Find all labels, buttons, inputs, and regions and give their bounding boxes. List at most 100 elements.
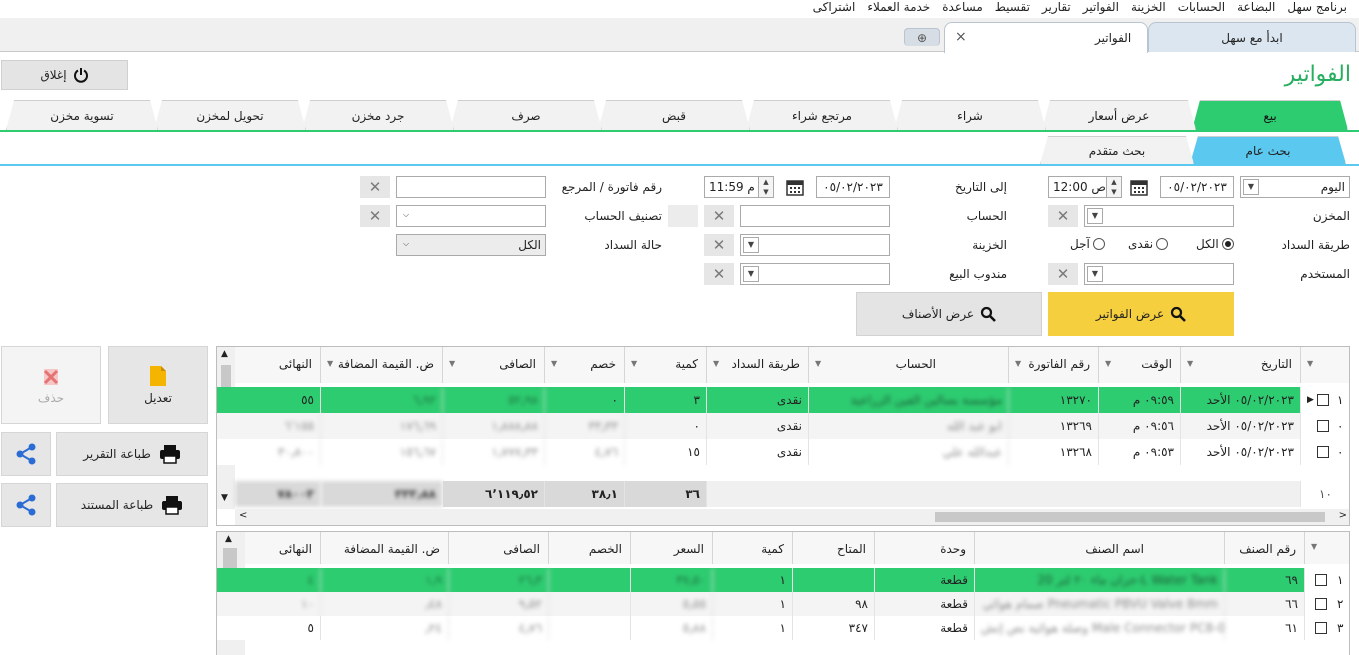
- account-class-toggle[interactable]: [668, 205, 698, 227]
- menu-item-goods[interactable]: البضاعة: [1237, 0, 1275, 15]
- tab-warehouse-settlement[interactable]: تسوية مخزن: [6, 100, 158, 130]
- tab-sale[interactable]: بيع: [1192, 100, 1348, 130]
- col-date[interactable]: التاريخ ▼: [1181, 347, 1301, 383]
- chevron-down-icon[interactable]: ▼: [1087, 208, 1103, 224]
- menu-item-reports[interactable]: تقارير: [1042, 0, 1071, 15]
- tab-purchase[interactable]: شراء: [894, 100, 1046, 130]
- invoice-ref-input[interactable]: [396, 176, 546, 198]
- col-item-final[interactable]: النهائى: [245, 532, 321, 564]
- treasury-select[interactable]: [740, 234, 890, 256]
- tab-general-search[interactable]: بحث عام: [1190, 136, 1346, 164]
- col-time[interactable]: الوقت ▼: [1099, 347, 1181, 383]
- from-time-spinner[interactable]: ▲ ▼: [1106, 176, 1122, 198]
- add-tab-icon[interactable]: ⊕: [904, 28, 940, 46]
- col-item-quantity[interactable]: كمية: [713, 532, 793, 564]
- calendar-icon[interactable]: [782, 176, 808, 198]
- menu-item-sahl[interactable]: برنامج سهل: [1287, 0, 1347, 15]
- from-date-input[interactable]: ٠٥/٠٢/٢٠٢٣: [1160, 176, 1234, 198]
- share-report-button[interactable]: [1, 432, 51, 476]
- tab-payment[interactable]: صرف: [450, 100, 602, 130]
- row-selector-header[interactable]: ▼: [1301, 347, 1349, 383]
- tab-quotation[interactable]: عرض أسعار: [1042, 100, 1196, 130]
- menu-item-installments[interactable]: تقسيط: [995, 0, 1030, 15]
- col-invoice-no[interactable]: رقم الفاتورة ▼: [1009, 347, 1099, 383]
- col-vat[interactable]: ض. القيمة المضافة ▼: [321, 347, 443, 383]
- col-account[interactable]: الحساب ▼: [809, 347, 1009, 383]
- table-row[interactable]: ٥٥ ٦٫٩٢ ٥٢٫٩٨ ٠ ٣ نقدى مؤسسة بسالين الفي…: [217, 387, 1349, 413]
- col-discount[interactable]: خصم ▼: [545, 347, 625, 383]
- col-item-vat[interactable]: ض. القيمة المضافة: [321, 532, 449, 564]
- show-invoices-button[interactable]: عرض الفواتير: [1048, 292, 1234, 336]
- menu-item-invoices[interactable]: الفواتير: [1083, 0, 1119, 15]
- user-select[interactable]: [1084, 263, 1234, 285]
- col-item-code[interactable]: رقم الصنف: [1225, 532, 1305, 564]
- row-checkbox[interactable]: [1315, 598, 1327, 610]
- col-net[interactable]: الصافى ▼: [443, 347, 545, 383]
- show-items-button[interactable]: عرض الأصناف: [856, 292, 1042, 336]
- col-item-net[interactable]: الصافى: [449, 532, 549, 564]
- tab-transfer[interactable]: تحويل لمخزن: [154, 100, 306, 130]
- row-checkbox[interactable]: [1317, 394, 1329, 406]
- list-item[interactable]: ١٠ ٫٤٨ ٩٫٥٢ ٥٫٥٥ ١ ٩٨ قطعة صمام هوائي Pn…: [217, 592, 1349, 616]
- menu-item-help[interactable]: مساعدة: [942, 0, 983, 15]
- chevron-down-icon[interactable]: ⌵: [398, 237, 414, 253]
- row-checkbox[interactable]: [1315, 622, 1327, 634]
- delete-button[interactable]: حذف: [1, 346, 101, 424]
- to-time-spinner[interactable]: ▲ ▼: [758, 176, 774, 198]
- col-item-name[interactable]: اسم الصنف: [975, 532, 1225, 564]
- row-checkbox[interactable]: [1315, 574, 1327, 586]
- edit-button[interactable]: تعديل: [108, 346, 208, 424]
- table-row[interactable]: ٦٬١٥٥ ١٧٦٫٦٩ ١٫٨٨٨٫٨٨ ٣٣٫٣٣ ٠ نقدى ابو ع…: [217, 413, 1349, 439]
- tab-stocktake[interactable]: جرد مخزن: [302, 100, 454, 130]
- horizontal-scrollbar[interactable]: < >: [235, 509, 1349, 525]
- sales-rep-select[interactable]: [740, 263, 890, 285]
- table-row[interactable]: ٣٠٫٨٠٠ ١٥٦٫٦٧ ١٫٧٧٧٫٣٣ ٤٫٧٦ ١٥ نقدى عبدا…: [217, 439, 1349, 465]
- clear-account-class-icon[interactable]: ✕: [360, 205, 390, 227]
- chevron-down-icon[interactable]: ▼: [1087, 266, 1103, 282]
- print-document-button[interactable]: طباعة المستند: [56, 483, 208, 527]
- menu-item-customer-service[interactable]: خدمة العملاء: [867, 0, 930, 15]
- chevron-down-icon[interactable]: ▼: [743, 237, 759, 253]
- menu-item-treasury[interactable]: الخزينة: [1131, 0, 1166, 15]
- col-item-price[interactable]: السعر: [631, 532, 713, 564]
- clear-warehouse-icon[interactable]: ✕: [1048, 205, 1078, 227]
- col-quantity[interactable]: كمية ▼: [625, 347, 707, 383]
- close-button[interactable]: إغلاق: [1, 60, 128, 90]
- col-item-unit[interactable]: وحدة: [875, 532, 975, 564]
- chevron-down-icon[interactable]: ⌵: [398, 208, 414, 224]
- close-tab-icon[interactable]: ×: [955, 29, 967, 45]
- tab-invoices[interactable]: × الفواتير: [944, 22, 1148, 53]
- col-item-available[interactable]: المتاح: [793, 532, 875, 564]
- clear-treasury-icon[interactable]: ✕: [704, 234, 734, 256]
- list-item[interactable]: ٥ ٫٢٤ ٤٫٧٦ ٥٫٨٨ ١ ٣٤٧ قطعة وصلة هوائية ن…: [217, 616, 1349, 640]
- col-payment-method[interactable]: طريقة السداد ▼: [707, 347, 809, 383]
- row-checkbox[interactable]: [1317, 446, 1329, 458]
- payment-status-select[interactable]: الكل: [396, 234, 546, 256]
- to-date-input[interactable]: ٠٥/٠٢/٢٠٢٣: [816, 176, 890, 198]
- account-input[interactable]: [740, 205, 890, 227]
- clear-sales-rep-icon[interactable]: ✕: [704, 263, 734, 285]
- menu-item-accounts[interactable]: الحسابات: [1178, 0, 1225, 15]
- print-report-button[interactable]: طباعة التقرير: [56, 432, 208, 476]
- tab-advanced-search[interactable]: بحث متقدم: [1040, 136, 1194, 164]
- list-item[interactable]: ٤ ١٫٩ ٢٦٫٣ ٣٧٫٥٠ ١ قطعة خزان ماء ٢٠ لتر …: [217, 568, 1349, 592]
- tab-purchase-return[interactable]: مرتجع شراء: [746, 100, 898, 130]
- payment-credit-radio[interactable]: آجل: [1070, 237, 1105, 251]
- share-document-button[interactable]: [1, 483, 51, 527]
- chevron-down-icon[interactable]: ▼: [1243, 179, 1259, 195]
- clear-invoice-ref-icon[interactable]: ✕: [360, 176, 390, 198]
- account-class-select[interactable]: [396, 205, 546, 227]
- tab-receipt[interactable]: قبض: [598, 100, 750, 130]
- tab-start-with-sahl[interactable]: ابدأ مع سهل: [1148, 22, 1356, 52]
- payment-cash-radio[interactable]: نقدى: [1128, 237, 1169, 251]
- chevron-down-icon[interactable]: ▼: [743, 266, 759, 282]
- warehouse-select[interactable]: [1084, 205, 1234, 227]
- menu-item-subscription[interactable]: اشتراكى: [813, 0, 856, 15]
- col-final[interactable]: النهائى: [235, 347, 321, 383]
- clear-user-icon[interactable]: ✕: [1048, 263, 1078, 285]
- calendar-icon[interactable]: [1126, 176, 1152, 198]
- row-checkbox[interactable]: [1317, 420, 1329, 432]
- payment-all-radio[interactable]: الكل: [1196, 237, 1234, 251]
- row-selector-header[interactable]: ▼: [1305, 532, 1349, 564]
- col-item-discount[interactable]: الخصم: [549, 532, 631, 564]
